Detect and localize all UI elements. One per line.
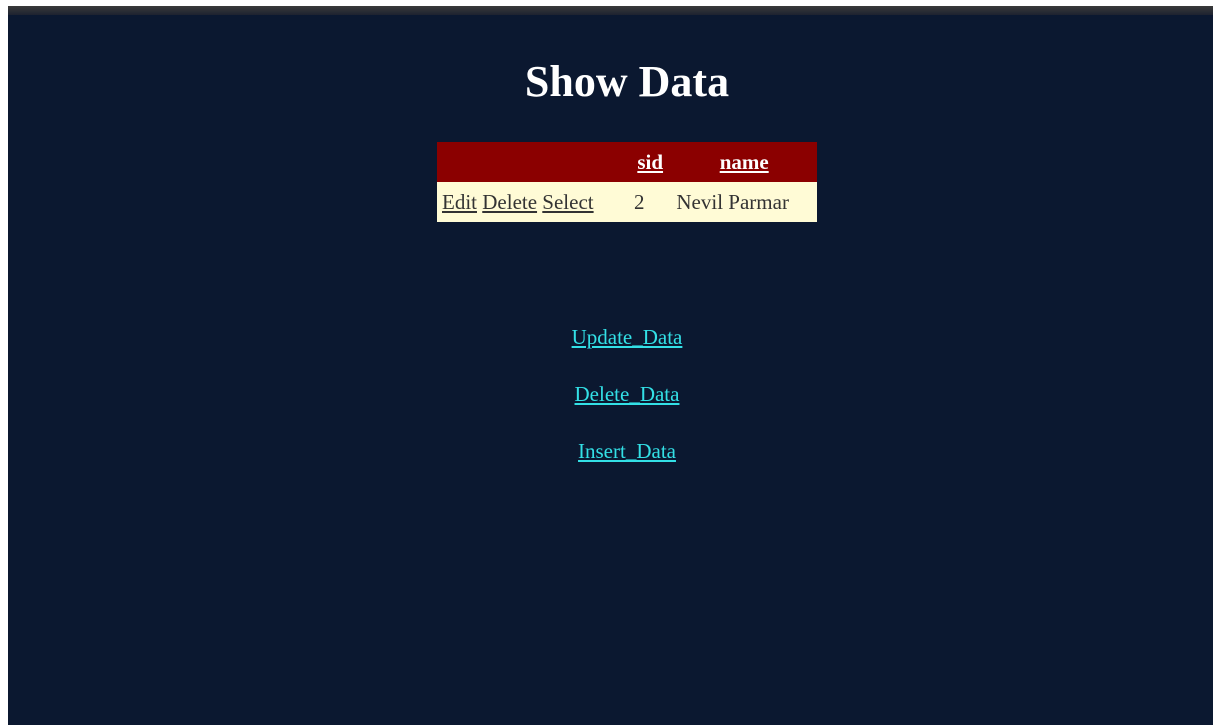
data-grid: sid name Edit Delete Select 2 Nevil Parm…: [437, 142, 817, 222]
row-actions-cell: Edit Delete Select: [437, 182, 629, 222]
edit-link[interactable]: Edit: [442, 190, 477, 214]
page-title: Show Data: [524, 57, 730, 106]
delete-data-link[interactable]: Delete_Data: [8, 382, 1213, 406]
table-row: Edit Delete Select 2 Nevil Parmar: [437, 182, 817, 222]
name-cell: Nevil Parmar: [671, 182, 817, 222]
insert-data-link[interactable]: Insert_Data: [8, 439, 1213, 463]
browser-frame: Show Data sid name Edit Delete Select 2 …: [0, 0, 1213, 725]
sid-column-header: sid: [629, 142, 672, 182]
nav-links: Update_Data Delete_Data Insert_Data: [8, 325, 1213, 496]
grid-header-row: sid name: [437, 142, 817, 182]
sid-cell: 2: [629, 182, 672, 222]
sid-sort-link[interactable]: sid: [637, 150, 663, 174]
page-content: Show Data sid name Edit Delete Select 2 …: [8, 15, 1213, 725]
name-sort-link[interactable]: name: [720, 150, 769, 174]
window-top-bar: [8, 6, 1213, 15]
name-column-header: name: [671, 142, 817, 182]
actions-column-header: [437, 142, 629, 182]
update-data-link[interactable]: Update_Data: [8, 325, 1213, 349]
delete-link[interactable]: Delete: [482, 190, 537, 214]
select-link[interactable]: Select: [542, 190, 593, 214]
